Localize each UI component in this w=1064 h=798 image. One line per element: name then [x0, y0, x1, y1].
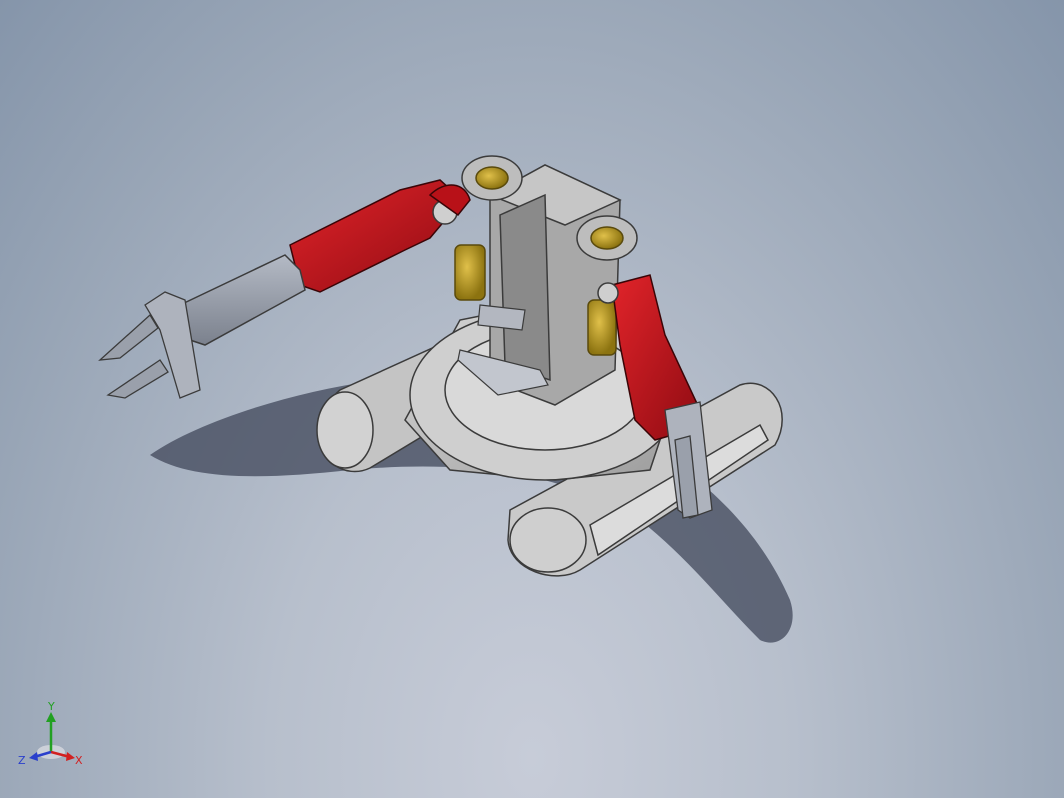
axis-x-label: X: [75, 754, 83, 767]
shoulder-bushing-right: [590, 226, 624, 250]
left-upper-arm[interactable]: [289, 179, 471, 293]
axis-triad: Y X Z: [18, 700, 88, 770]
axis-triad-icon: Y X Z: [18, 700, 83, 767]
axis-y-label: Y: [47, 700, 55, 713]
axis-z-label: Z: [18, 754, 26, 767]
left-gripper[interactable]: [98, 291, 201, 399]
left-forearm[interactable]: [179, 254, 306, 346]
graphics-viewport[interactable]: Y X Z: [0, 0, 1064, 798]
robot-model[interactable]: [0, 0, 1064, 798]
shoulder-bushing-left: [475, 166, 509, 190]
